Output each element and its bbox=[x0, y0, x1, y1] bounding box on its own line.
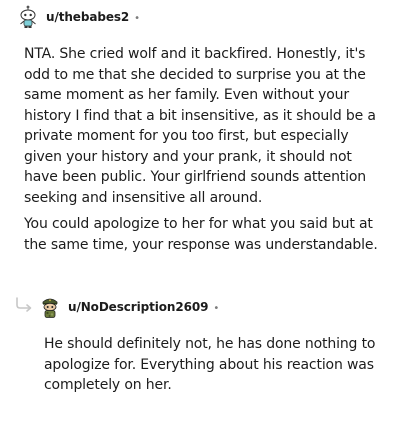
comment-2-paragraph-1: He should definitely not, he has done no… bbox=[44, 336, 376, 393]
comment-2-header: u/NoDescription2609 • bbox=[38, 293, 219, 321]
reply-arrow-icon bbox=[14, 297, 34, 313]
comment-1-header: u/thebabes2 • bbox=[16, 3, 140, 31]
meta-separator: • bbox=[213, 302, 220, 314]
comment-1-body: NTA. She cried wolf and it backfired. Ho… bbox=[24, 44, 384, 261]
comment-1-paragraph-1: NTA. She cried wolf and it backfired. Ho… bbox=[24, 46, 376, 206]
comment-2-username[interactable]: u/NoDescription2609 bbox=[68, 300, 208, 314]
comment-1-paragraph-2: You could apologize to her for what you … bbox=[24, 216, 378, 253]
comment-2-body: He should definitely not, he has done no… bbox=[44, 334, 384, 396]
snoo-avatar-icon[interactable] bbox=[38, 295, 62, 319]
meta-separator: • bbox=[134, 12, 141, 24]
snoo-avatar-icon[interactable] bbox=[16, 5, 40, 29]
comment-1-username[interactable]: u/thebabes2 bbox=[46, 10, 129, 24]
